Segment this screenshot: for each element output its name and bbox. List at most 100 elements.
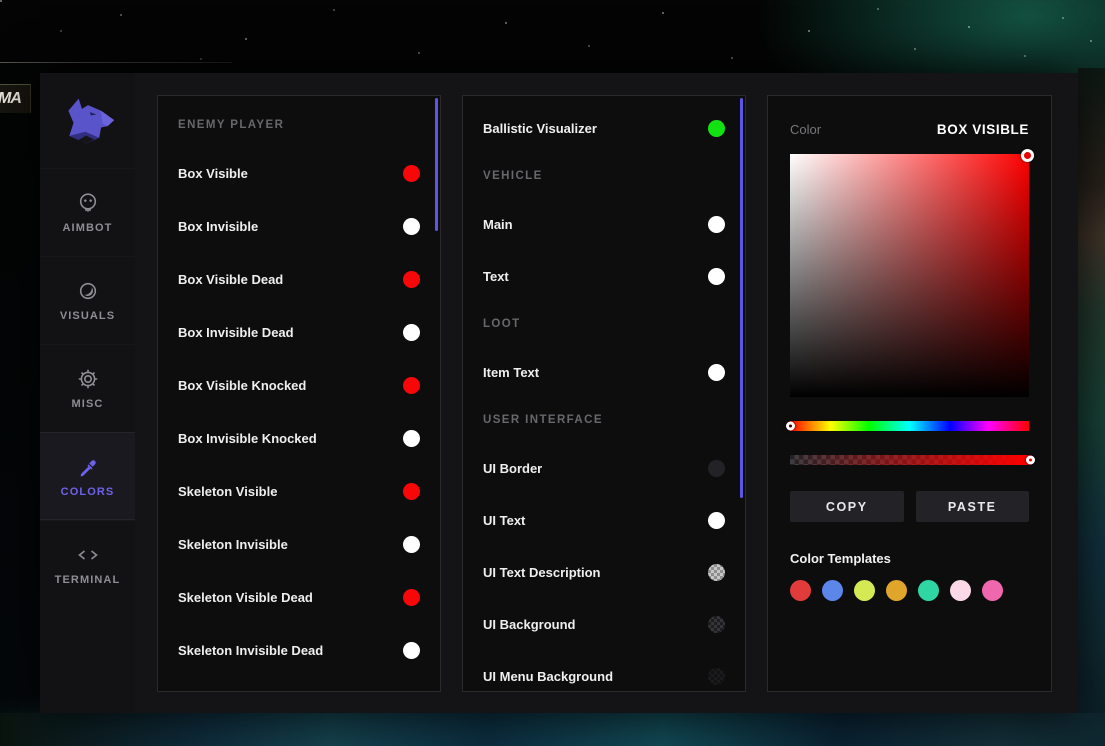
section-header: USER INTERFACE bbox=[483, 398, 725, 442]
color-setting-row[interactable]: UI Border bbox=[483, 442, 725, 494]
color-dot[interactable] bbox=[708, 216, 725, 233]
color-template-swatch[interactable] bbox=[918, 580, 939, 601]
panel-color-picker: Color BOX VISIBLE COPY PASTE Color Templ… bbox=[767, 95, 1052, 692]
sidebar-item-misc[interactable]: MISC bbox=[40, 344, 135, 432]
color-dot[interactable] bbox=[708, 616, 725, 633]
aimbot-icon bbox=[76, 191, 100, 215]
color-setting-row[interactable]: Box Visible Knocked bbox=[178, 359, 420, 412]
background-particles bbox=[0, 0, 2, 2]
color-templates-row bbox=[790, 580, 1029, 601]
sidebar-label: VISUALS bbox=[60, 310, 115, 322]
section-header-label: USER INTERFACE bbox=[483, 414, 603, 426]
setting-label: Box Visible Dead bbox=[178, 272, 283, 287]
section-header-label: ENEMY PLAYER bbox=[178, 119, 284, 131]
game-scene-bottom bbox=[0, 713, 1105, 746]
sidebar-label: COLORS bbox=[61, 486, 115, 498]
color-template-swatch[interactable] bbox=[886, 580, 907, 601]
color-setting-row[interactable]: UI Background bbox=[483, 598, 725, 650]
color-dot[interactable] bbox=[403, 165, 420, 182]
content-area: ENEMY PLAYER Box Visible Box Invisible B… bbox=[135, 73, 1078, 713]
color-template-swatch[interactable] bbox=[790, 580, 811, 601]
color-setting-row[interactable]: UI Text bbox=[483, 494, 725, 546]
setting-label: Box Invisible Knocked bbox=[178, 431, 317, 446]
color-setting-row[interactable]: Box Visible bbox=[178, 147, 420, 200]
color-setting-row[interactable]: UI Menu Background bbox=[483, 650, 725, 692]
saturation-area[interactable] bbox=[790, 154, 1029, 397]
section-header-label: VEHICLE bbox=[483, 170, 543, 182]
game-scene-right bbox=[1078, 68, 1105, 714]
color-dot[interactable] bbox=[403, 483, 420, 500]
section-header: VEHICLE bbox=[483, 154, 725, 198]
setting-label: Box Visible Knocked bbox=[178, 378, 306, 393]
sidebar: AIMBOT VISUALS MISC COLORS bbox=[40, 73, 135, 713]
color-dot[interactable] bbox=[708, 668, 725, 685]
setting-label: Skeleton Visible Dead bbox=[178, 590, 313, 605]
game-hud-line bbox=[0, 62, 232, 63]
color-setting-row[interactable]: Text bbox=[483, 250, 725, 302]
color-template-swatch[interactable] bbox=[854, 580, 875, 601]
setting-label: Ballistic Visualizer bbox=[483, 121, 597, 136]
color-dot[interactable] bbox=[708, 564, 725, 581]
alpha-slider-handle[interactable] bbox=[1026, 456, 1035, 465]
picker-target-name: BOX VISIBLE bbox=[937, 122, 1029, 137]
copy-button[interactable]: COPY bbox=[790, 491, 904, 522]
color-caption: Color bbox=[790, 122, 821, 137]
setting-label: UI Menu Background bbox=[483, 669, 613, 684]
scrollbar-thumb[interactable] bbox=[740, 98, 743, 498]
color-dot[interactable] bbox=[708, 120, 725, 137]
setting-label: Skeleton Invisible bbox=[178, 537, 288, 552]
color-dot[interactable] bbox=[708, 364, 725, 381]
color-setting-row[interactable]: Skeleton Invisible Dead bbox=[178, 624, 420, 677]
color-setting-row[interactable]: Skeleton Visible bbox=[178, 465, 420, 518]
gear-icon bbox=[76, 367, 100, 391]
sidebar-item-colors[interactable]: COLORS bbox=[40, 432, 135, 520]
color-dot[interactable] bbox=[708, 268, 725, 285]
color-setting-row[interactable]: Main bbox=[483, 198, 725, 250]
color-dot[interactable] bbox=[403, 536, 420, 553]
color-dot[interactable] bbox=[403, 589, 420, 606]
hud-badge-text: MA bbox=[0, 90, 21, 108]
color-template-swatch[interactable] bbox=[950, 580, 971, 601]
sidebar-item-aimbot[interactable]: AIMBOT bbox=[40, 168, 135, 256]
visuals-icon bbox=[76, 279, 100, 303]
hue-slider[interactable] bbox=[790, 421, 1029, 431]
color-setting-row[interactable]: UI Text Description bbox=[483, 546, 725, 598]
color-dot[interactable] bbox=[403, 377, 420, 394]
color-dot[interactable] bbox=[403, 271, 420, 288]
sidebar-item-visuals[interactable]: VISUALS bbox=[40, 256, 135, 344]
color-dot[interactable] bbox=[403, 642, 420, 659]
color-setting-row[interactable]: Box Visible Dead bbox=[178, 253, 420, 306]
color-setting-row[interactable]: Box Invisible bbox=[178, 200, 420, 253]
color-dot[interactable] bbox=[403, 218, 420, 235]
color-templates-label: Color Templates bbox=[790, 551, 1029, 566]
sidebar-label: TERMINAL bbox=[55, 574, 121, 586]
paste-button[interactable]: PASTE bbox=[916, 491, 1030, 522]
color-template-swatch[interactable] bbox=[982, 580, 1003, 601]
color-setting-row[interactable]: Skeleton Visible Dead bbox=[178, 571, 420, 624]
logo-container bbox=[40, 73, 135, 168]
mod-menu-window: AIMBOT VISUALS MISC COLORS bbox=[40, 73, 1078, 713]
setting-label: Skeleton Invisible Dead bbox=[178, 643, 323, 658]
color-dot[interactable] bbox=[708, 512, 725, 529]
color-setting-row[interactable]: Skeleton Invisible bbox=[178, 518, 420, 571]
setting-label: UI Text Description bbox=[483, 565, 601, 580]
setting-label: UI Text bbox=[483, 513, 525, 528]
color-setting-row[interactable]: Ballistic Visualizer bbox=[483, 102, 725, 154]
scrollbar-thumb[interactable] bbox=[435, 98, 438, 231]
setting-label: Box Invisible bbox=[178, 219, 258, 234]
hue-slider-handle[interactable] bbox=[786, 422, 795, 431]
color-dot[interactable] bbox=[708, 460, 725, 477]
sidebar-item-terminal[interactable]: TERMINAL bbox=[40, 520, 135, 608]
color-setting-row[interactable]: Box Invisible Dead bbox=[178, 306, 420, 359]
color-setting-row[interactable]: Box Invisible Knocked bbox=[178, 412, 420, 465]
color-template-swatch[interactable] bbox=[822, 580, 843, 601]
saturation-cursor[interactable] bbox=[1021, 149, 1034, 162]
sidebar-label: MISC bbox=[72, 398, 104, 410]
enemy-player-list: ENEMY PLAYER Box Visible Box Invisible B… bbox=[158, 96, 440, 677]
sidebar-label: AIMBOT bbox=[63, 222, 113, 234]
color-dot[interactable] bbox=[403, 430, 420, 447]
color-setting-row[interactable]: Item Text bbox=[483, 346, 725, 398]
alpha-slider[interactable] bbox=[790, 455, 1029, 465]
color-dot[interactable] bbox=[403, 324, 420, 341]
setting-label: Item Text bbox=[483, 365, 539, 380]
